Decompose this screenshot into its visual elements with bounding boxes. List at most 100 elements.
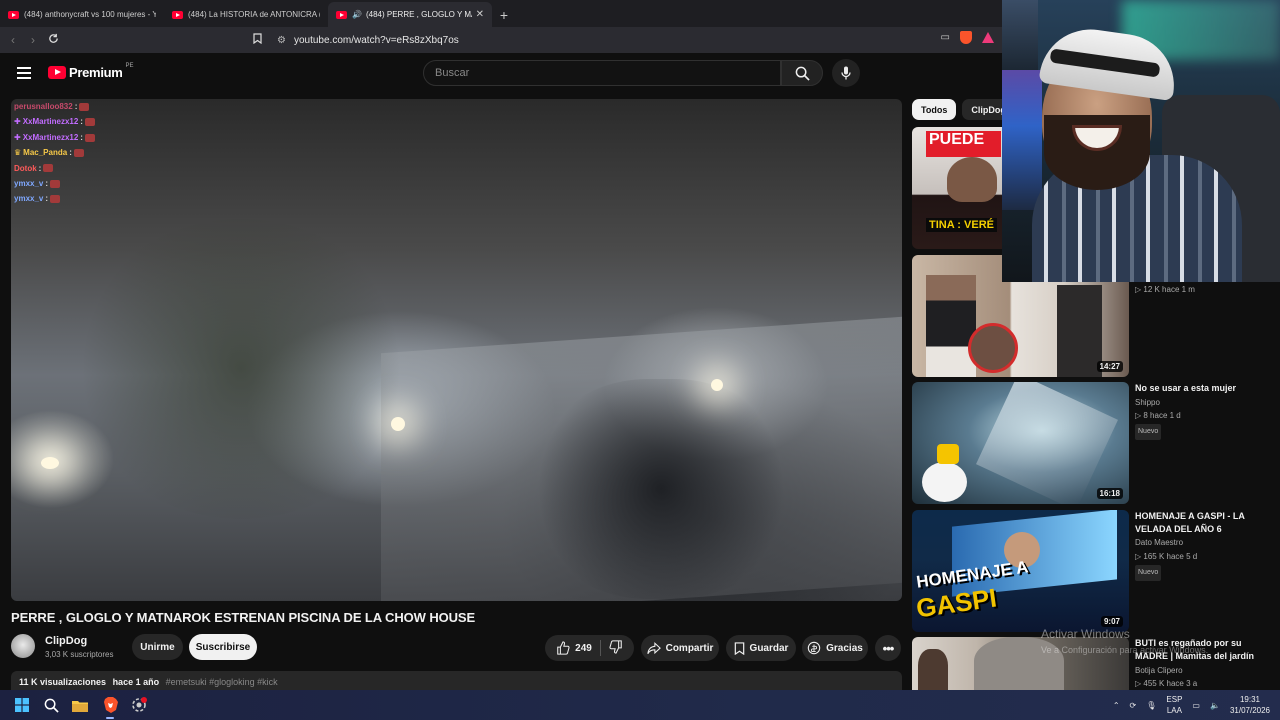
youtube-favicon-icon [8,10,19,19]
browser-tab-1[interactable]: (484) anthonycraft vs 100 mujeres - Y [0,2,164,27]
chat-badge-icon: ✚ [14,117,21,127]
recommended-thumbnail[interactable]: HOMENAJE A GASPI 9:07 [912,510,1129,632]
scene-tree [71,219,411,519]
video-duration: 16:18 [1096,488,1123,499]
channel-name[interactable]: ClipDog [45,635,87,647]
save-button[interactable]: Guardar [726,635,796,661]
chat-username: XxMartinezx12 [22,117,79,127]
network-icon[interactable]: ▭ [1192,701,1200,710]
chat-badge-icon: ♛ [14,148,22,158]
chat-message: ymxx_v : [14,176,95,191]
sync-icon[interactable]: ⟳ [1130,701,1137,710]
system-tray: ⌃ ⟳ 🎙 ESP LAA ▭ 🔈 19:31 31/07/2026 [1113,694,1270,716]
youtube-premium-logo[interactable]: Premium PE [48,62,134,80]
thumbnail-person [947,157,997,202]
clock-time: 19:31 [1239,695,1260,704]
bookmark-icon[interactable] [253,33,265,47]
search-icon [795,66,810,81]
logo-text: Premium [69,65,123,80]
browser-tab-3-active[interactable]: 🔊 (484) PERRE , GLOGLO Y MATN ✕ [328,2,492,27]
chip-todos[interactable]: Todos [912,99,957,120]
country-code: PE [125,62,134,69]
recommended-channel[interactable]: Shippo [1135,396,1275,410]
tab-title: (484) anthonycraft vs 100 mujeres - Y [24,10,156,19]
share-button[interactable]: Compartir [641,635,719,661]
volume-icon[interactable]: 🔈 [1210,701,1220,710]
chat-message: ✚ XxMartinezx12 : [14,114,95,129]
thumbnail-emoji [937,444,959,464]
taskbar-clock[interactable]: 19:31 31/07/2026 [1230,694,1270,716]
reload-icon[interactable] [43,33,63,47]
forward-arrow-icon[interactable]: › [23,33,43,47]
search-button[interactable] [781,60,823,86]
more-actions-button[interactable]: ••• [875,635,901,661]
channel-avatar[interactable] [11,634,35,658]
file-explorer-icon[interactable] [70,695,90,715]
chat-username: Mac_Panda [23,148,68,158]
more-horizontal-icon: ••• [882,640,895,656]
dislike-button[interactable] [609,639,623,657]
voice-search-button[interactable] [832,59,860,87]
chevron-up-icon[interactable]: ⌃ [1113,701,1120,710]
thanks-button[interactable]: Gracias [802,635,868,661]
description-box[interactable]: 11 K visualizaciones hace 1 año #emetsuk… [11,671,902,691]
save-bookmark-icon [734,641,744,655]
taskbar-search-icon[interactable] [41,695,61,715]
scene-light [711,379,723,391]
brave-browser-icon[interactable] [100,695,120,719]
url-bar[interactable]: ⚙ youtube.com/watch?v=eRs8zXbq7os [253,30,998,50]
chat-message: Dotok : [14,161,95,176]
brave-rewards-icon[interactable] [982,32,994,43]
video-title: PERRE , GLOGLO Y MATNAROK ESTRENAN PISCI… [11,610,476,625]
recommended-stats: ▷ 8 hace 1 d [1135,411,1181,420]
youtube-favicon-icon [172,10,183,19]
speaker-icon[interactable]: 🔊 [352,10,362,19]
like-dislike-group: 249 [545,635,634,661]
thumbnail-text: PUEDE [926,131,1001,157]
thumbnail-text: TINA : VERÉ [926,218,997,232]
recommended-title[interactable]: No se usar a esta mujer [1135,382,1275,395]
sidebar-filter-chips: Todos ClipDog [912,99,1015,120]
chat-colon: : [69,148,72,158]
language-indicator[interactable]: ESP LAA [1166,694,1182,716]
language-code: ESP [1166,695,1183,704]
chat-colon: : [38,163,42,173]
site-info-icon[interactable]: ⚙ [277,35,286,46]
thumbs-up-icon [557,641,570,655]
view-count: 11 K visualizaciones [19,677,107,687]
subscriber-count: 3,03 K suscriptores [45,650,114,659]
recommended-channel[interactable]: Botija Clipero [1135,664,1275,678]
like-divider [599,640,601,656]
new-tab-button[interactable]: + [492,2,516,27]
microphone-icon [841,66,851,80]
youtube-header: Premium PE Buscar [0,53,1002,95]
join-button[interactable]: Unirme [132,634,183,660]
scene-light [391,417,405,431]
microphone-tray-icon[interactable]: 🎙 [1146,701,1156,710]
browser-tab-2[interactable]: (484) La HISTORIA de ANTONICRA (e [164,2,328,27]
back-arrow-icon[interactable]: ‹ [3,33,23,47]
scene-light [41,457,59,469]
thumbnail-person [918,649,948,690]
menu-icon[interactable] [17,67,31,79]
like-button[interactable]: 249 [556,641,592,655]
chat-username: XxMartinezx12 [22,132,79,142]
tab-title: (484) La HISTORIA de ANTONICRA (e [188,10,320,19]
brave-shield-icon[interactable] [960,31,972,44]
cast-icon[interactable]: ▭ [941,32,950,43]
subscribe-button[interactable]: Suscribirse [189,634,257,660]
app-gear-icon[interactable] [129,695,149,715]
recommended-channel[interactable]: Dato Maestro [1135,536,1275,550]
windows-start-icon[interactable] [12,695,32,715]
chat-emote-icon [50,179,61,188]
search-input[interactable]: Buscar [423,60,781,86]
chat-colon: : [45,194,49,204]
chat-emote-icon [73,148,84,157]
recommended-title[interactable]: HOMENAJE A GASPI - LA VELADA DEL AÑO 6 [1135,510,1275,535]
hashtags[interactable]: #emetsuki #glogloking #kick [166,677,278,687]
video-player[interactable]: perusnalloo832 : ✚ XxMartinezx12 : ✚ XxMarti… [11,99,902,601]
close-tab-icon[interactable]: ✕ [476,9,484,20]
windows-taskbar: ⌃ ⟳ 🎙 ESP LAA ▭ 🔈 19:31 31/07/2026 [0,690,1280,720]
keyboard-layout: LAA [1166,706,1182,715]
recommended-thumbnail[interactable]: 16:18 [912,382,1129,504]
